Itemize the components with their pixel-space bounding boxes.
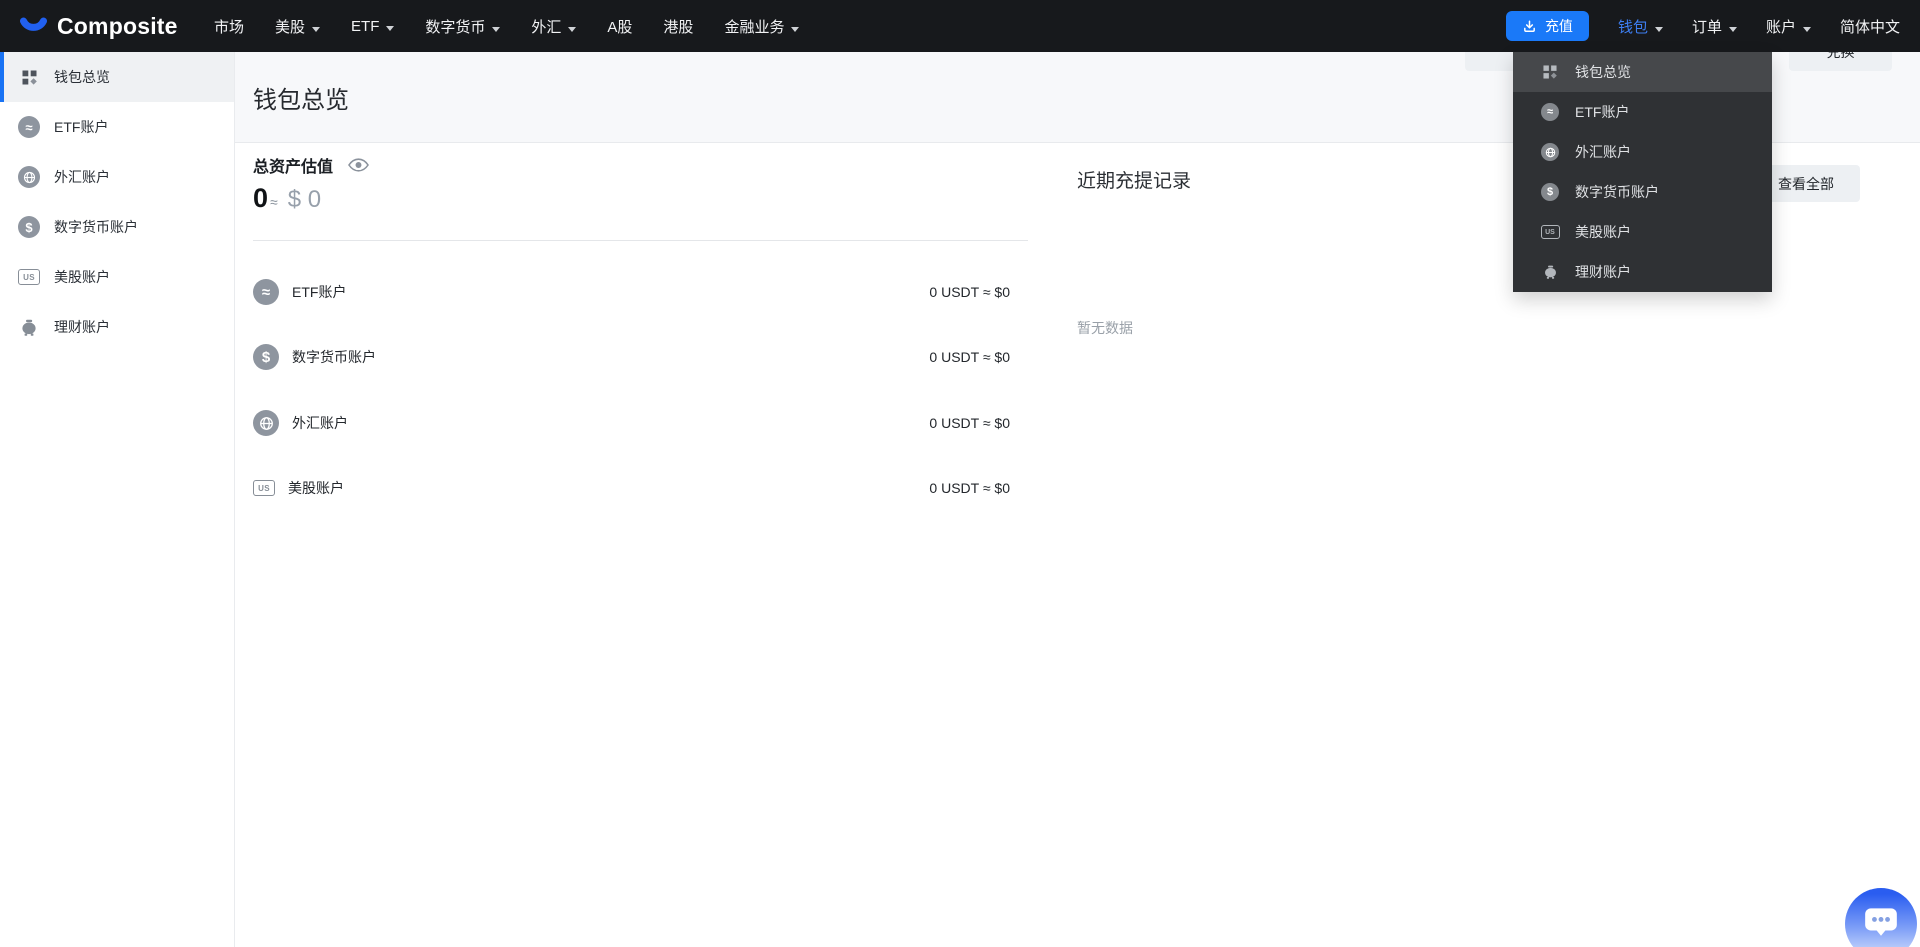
total-assets-value: 0 ≈ $ 0 — [253, 183, 321, 214]
language-switcher[interactable]: 简体中文 — [1840, 16, 1900, 37]
approx-symbol: ≈ — [270, 194, 278, 210]
account-label: ETF账户 — [292, 284, 347, 300]
nav-item-etf[interactable]: ETF — [351, 18, 395, 35]
wealth-piggy-icon — [17, 319, 41, 336]
total-assets-header: 总资产估值 — [253, 153, 369, 177]
sidebar-item-etf-account[interactable]: ≈ ETF账户 — [0, 102, 234, 152]
chat-bubble-icon — [1862, 904, 1900, 938]
brand-logo[interactable]: Composite — [20, 0, 178, 52]
wallet-menu-item-label: 外汇账户 — [1575, 144, 1631, 160]
sidebar-item-label: 美股账户 — [54, 269, 110, 285]
wealth-piggy-icon — [1538, 265, 1562, 279]
crypto-dollar-icon: $ — [17, 216, 41, 238]
sidebar-item-label: 外汇账户 — [54, 169, 110, 185]
us-stock-badge-icon: US — [1538, 225, 1562, 239]
account-value: 0 USDT ≈ $0 — [929, 480, 1010, 496]
sidebar: 钱包总览 ≈ ETF账户 外汇账户 $ 数字货币账户 US 美股账户 理财账户 — [0, 52, 235, 947]
total-assets-label: 总资产估值 — [253, 159, 334, 176]
page-title: 钱包总览 — [253, 86, 349, 114]
nav-item-a-shares[interactable]: A股 — [607, 16, 632, 37]
wallet-menu-item-etf[interactable]: ≈ ETF账户 — [1513, 92, 1772, 132]
account-label: 美股账户 — [288, 480, 344, 496]
brand-name: Composite — [57, 12, 178, 39]
forex-globe-icon — [17, 166, 41, 188]
account-value: 0 USDT ≈ $0 — [929, 284, 1010, 300]
sidebar-item-label: 理财账户 — [54, 319, 110, 335]
sidebar-item-wealth-account[interactable]: 理财账户 — [0, 302, 234, 352]
wallet-menu-item-label: 数字货币账户 — [1575, 184, 1659, 200]
account-row-crypto[interactable]: $ 数字货币账户 0 USDT ≈ $0 — [253, 337, 1010, 377]
chevron-down-icon — [791, 26, 800, 32]
deposit-button[interactable]: 充值 — [1505, 11, 1589, 41]
top-navbar: Composite 市场 美股 ETF 数字货币 外汇 A股 港股 金融业务 充… — [0, 0, 1920, 52]
account-row-etf[interactable]: ≈ ETF账户 0 USDT ≈ $0 — [253, 272, 1010, 312]
wallet-menu-item-wealth[interactable]: 理财账户 — [1513, 252, 1772, 292]
nav-item-forex[interactable]: 外汇 — [531, 16, 577, 37]
account-label: 外汇账户 — [292, 415, 348, 431]
account-value: 0 USDT ≈ $0 — [929, 349, 1010, 365]
wallet-menu-item-us-stock[interactable]: US 美股账户 — [1513, 212, 1772, 252]
chevron-down-icon — [1654, 26, 1663, 32]
us-stock-badge-icon: US — [253, 480, 275, 496]
wallet-overview-grid-icon — [1538, 65, 1562, 79]
assets-usd-amount: $ 0 — [287, 186, 322, 213]
wallet-menu-item-label: 美股账户 — [1575, 224, 1631, 240]
sidebar-item-wallet-overview[interactable]: 钱包总览 — [0, 52, 234, 102]
sidebar-item-label: 数字货币账户 — [54, 219, 138, 235]
wallet-menu-item-crypto[interactable]: $ 数字货币账户 — [1513, 172, 1772, 212]
nav-item-orders[interactable]: 订单 — [1692, 16, 1737, 37]
sidebar-item-label: ETF账户 — [54, 119, 109, 135]
etf-waves-icon: ≈ — [253, 279, 279, 305]
main-menu: 市场 美股 ETF 数字货币 外汇 A股 港股 金融业务 — [214, 0, 800, 52]
account-value: 0 USDT ≈ $0 — [929, 415, 1010, 431]
wallet-menu-item-label: 钱包总览 — [1575, 64, 1631, 80]
sidebar-item-forex-account[interactable]: 外汇账户 — [0, 152, 234, 202]
navbar-right-group: 充值 钱包 订单 账户 简体中文 — [1505, 0, 1900, 52]
chevron-down-icon — [386, 25, 395, 31]
wallet-overview-grid-icon — [17, 70, 41, 85]
crescent-logo-icon — [20, 17, 47, 35]
nav-item-us-stocks[interactable]: 美股 — [275, 16, 321, 37]
nav-item-crypto[interactable]: 数字货币 — [425, 16, 501, 37]
nav-item-hk-stocks[interactable]: 港股 — [663, 16, 693, 37]
nav-item-wallet[interactable]: 钱包 — [1618, 16, 1663, 37]
sidebar-item-label: 钱包总览 — [54, 69, 110, 85]
recent-records-title: 近期充提记录 — [1077, 171, 1192, 192]
chevron-down-icon — [312, 26, 321, 32]
nav-item-account[interactable]: 账户 — [1766, 16, 1811, 37]
wallet-dropdown-menu: 钱包总览 ≈ ETF账户 外汇账户 $ 数字货币账户 US 美股账户 理财账户 — [1513, 52, 1772, 292]
us-stock-badge-icon: US — [17, 269, 41, 285]
chevron-down-icon — [568, 26, 577, 32]
crypto-dollar-icon: $ — [1538, 183, 1562, 201]
wallet-menu-item-forex[interactable]: 外汇账户 — [1513, 132, 1772, 172]
eye-icon[interactable] — [348, 158, 369, 172]
sidebar-item-us-stock-account[interactable]: US 美股账户 — [0, 252, 234, 302]
account-row-forex[interactable]: 外汇账户 0 USDT ≈ $0 — [253, 403, 1010, 443]
chevron-down-icon — [1728, 26, 1737, 32]
wallet-overview-page: Composite 市场 美股 ETF 数字货币 外汇 A股 港股 金融业务 充… — [0, 0, 1920, 947]
wallet-menu-item-label: ETF账户 — [1575, 104, 1630, 120]
forex-globe-icon — [1538, 143, 1562, 161]
assets-amount: 0 — [253, 183, 269, 213]
nav-item-market[interactable]: 市场 — [214, 16, 244, 37]
etf-waves-icon: ≈ — [1538, 103, 1562, 121]
wallet-menu-item-overview[interactable]: 钱包总览 — [1513, 52, 1772, 92]
forex-globe-icon — [253, 410, 279, 436]
chevron-down-icon — [492, 26, 501, 32]
crypto-dollar-icon: $ — [253, 344, 279, 370]
empty-data-text: 暂无数据 — [1077, 320, 1133, 336]
wallet-menu-item-label: 理财账户 — [1575, 264, 1631, 280]
customer-service-chat-button[interactable] — [1845, 888, 1917, 947]
account-row-us-stock[interactable]: US 美股账户 0 USDT ≈ $0 — [253, 468, 1010, 508]
chevron-down-icon — [1802, 26, 1811, 32]
download-icon — [1522, 19, 1537, 34]
account-label: 数字货币账户 — [292, 349, 376, 365]
etf-waves-icon: ≈ — [17, 116, 41, 138]
sidebar-item-crypto-account[interactable]: $ 数字货币账户 — [0, 202, 234, 252]
section-divider — [253, 240, 1028, 241]
nav-item-financial-services[interactable]: 金融业务 — [724, 16, 800, 37]
